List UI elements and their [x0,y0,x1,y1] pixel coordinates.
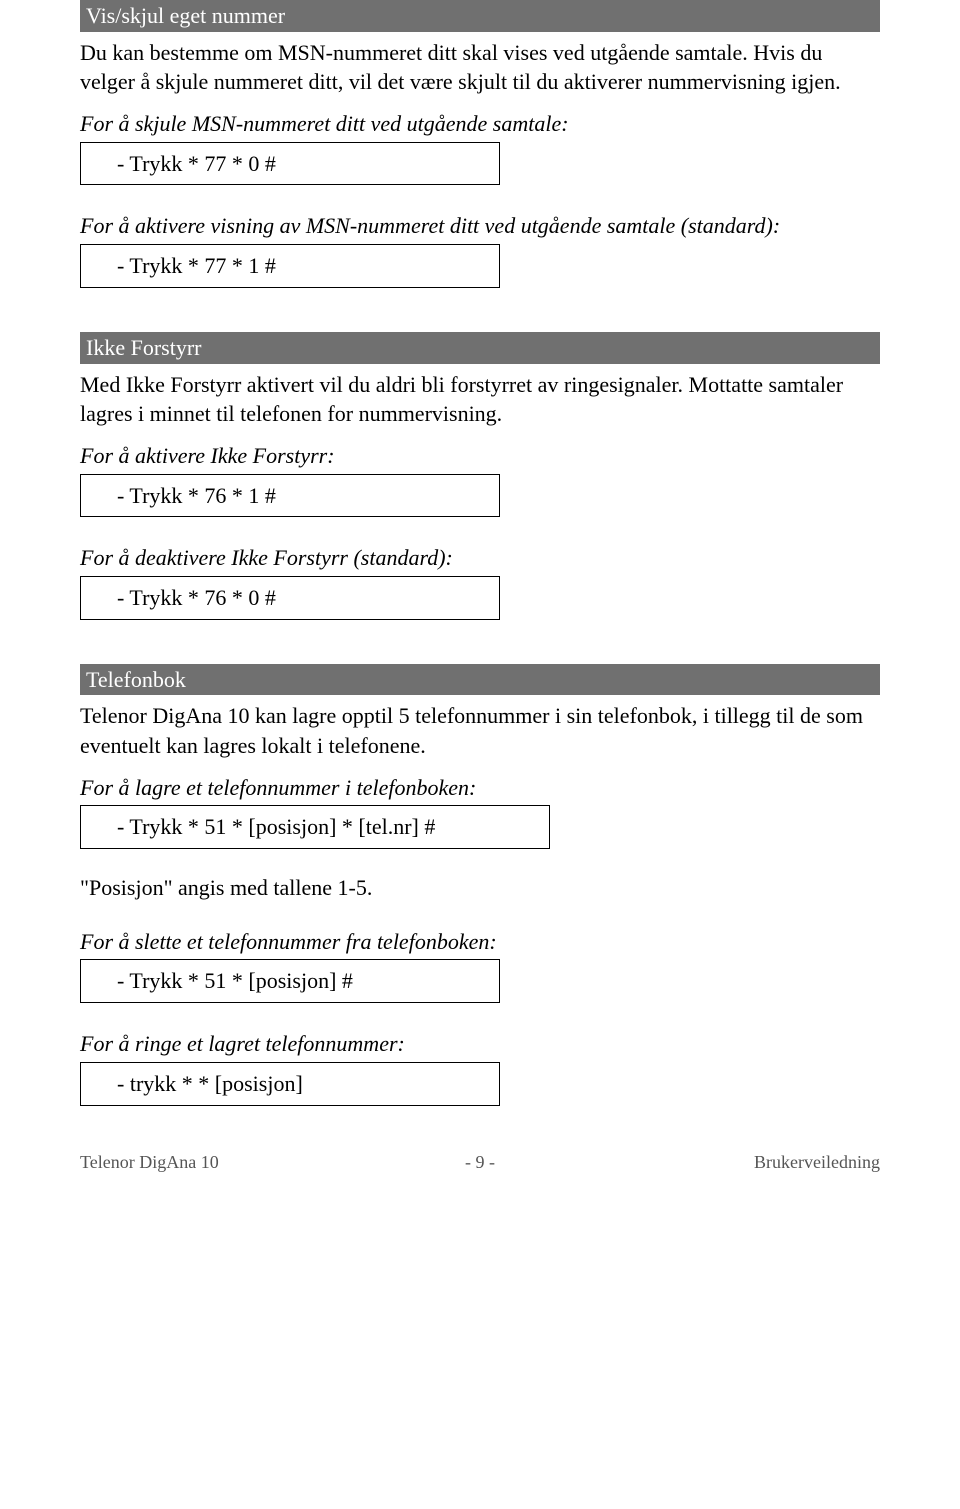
instruction-label: For å slette et telefonnummer fra telefo… [80,927,880,957]
keycode-box: - trykk * * [posisjon] [80,1062,500,1106]
keycode-box: - Trykk * 76 * 0 # [80,576,500,620]
keycode-box: - Trykk * 76 * 1 # [80,474,500,518]
instruction-label: For å ringe et lagret telefonnummer: [80,1029,880,1059]
footer-left: Telenor DigAna 10 [80,1150,347,1174]
note-text: "Posisjon" angis med tallene 1-5. [80,873,880,903]
section-header-dnd: Ikke Forstyrr [80,332,880,364]
keycode-box: - Trykk * 77 * 1 # [80,244,500,288]
instruction-label: For å aktivere visning av MSN-nummeret d… [80,211,880,241]
page-footer: Telenor DigAna 10 - 9 - Brukerveiledning [80,1150,880,1174]
body-text: Du kan bestemme om MSN-nummeret ditt ska… [80,38,880,97]
instruction-label: For å deaktivere Ikke Forstyrr (standard… [80,543,880,573]
keycode-box: - Trykk * 51 * [posisjon] # [80,959,500,1003]
body-text: Telenor DigAna 10 kan lagre opptil 5 tel… [80,701,880,760]
keycode-box: - Trykk * 77 * 0 # [80,142,500,186]
instruction-label: For å skjule MSN-nummeret ditt ved utgåe… [80,109,880,139]
section-header-phonebook: Telefonbok [80,664,880,696]
section-header-hide-number: Vis/skjul eget nummer [80,0,880,32]
keycode-box: - Trykk * 51 * [posisjon] * [tel.nr] # [80,805,550,849]
body-text: Med Ikke Forstyrr aktivert vil du aldri … [80,370,880,429]
footer-right: Brukerveiledning [613,1150,880,1174]
footer-page-number: - 9 - [347,1150,614,1174]
instruction-label: For å lagre et telefonnummer i telefonbo… [80,773,880,803]
instruction-label: For å aktivere Ikke Forstyrr: [80,441,880,471]
